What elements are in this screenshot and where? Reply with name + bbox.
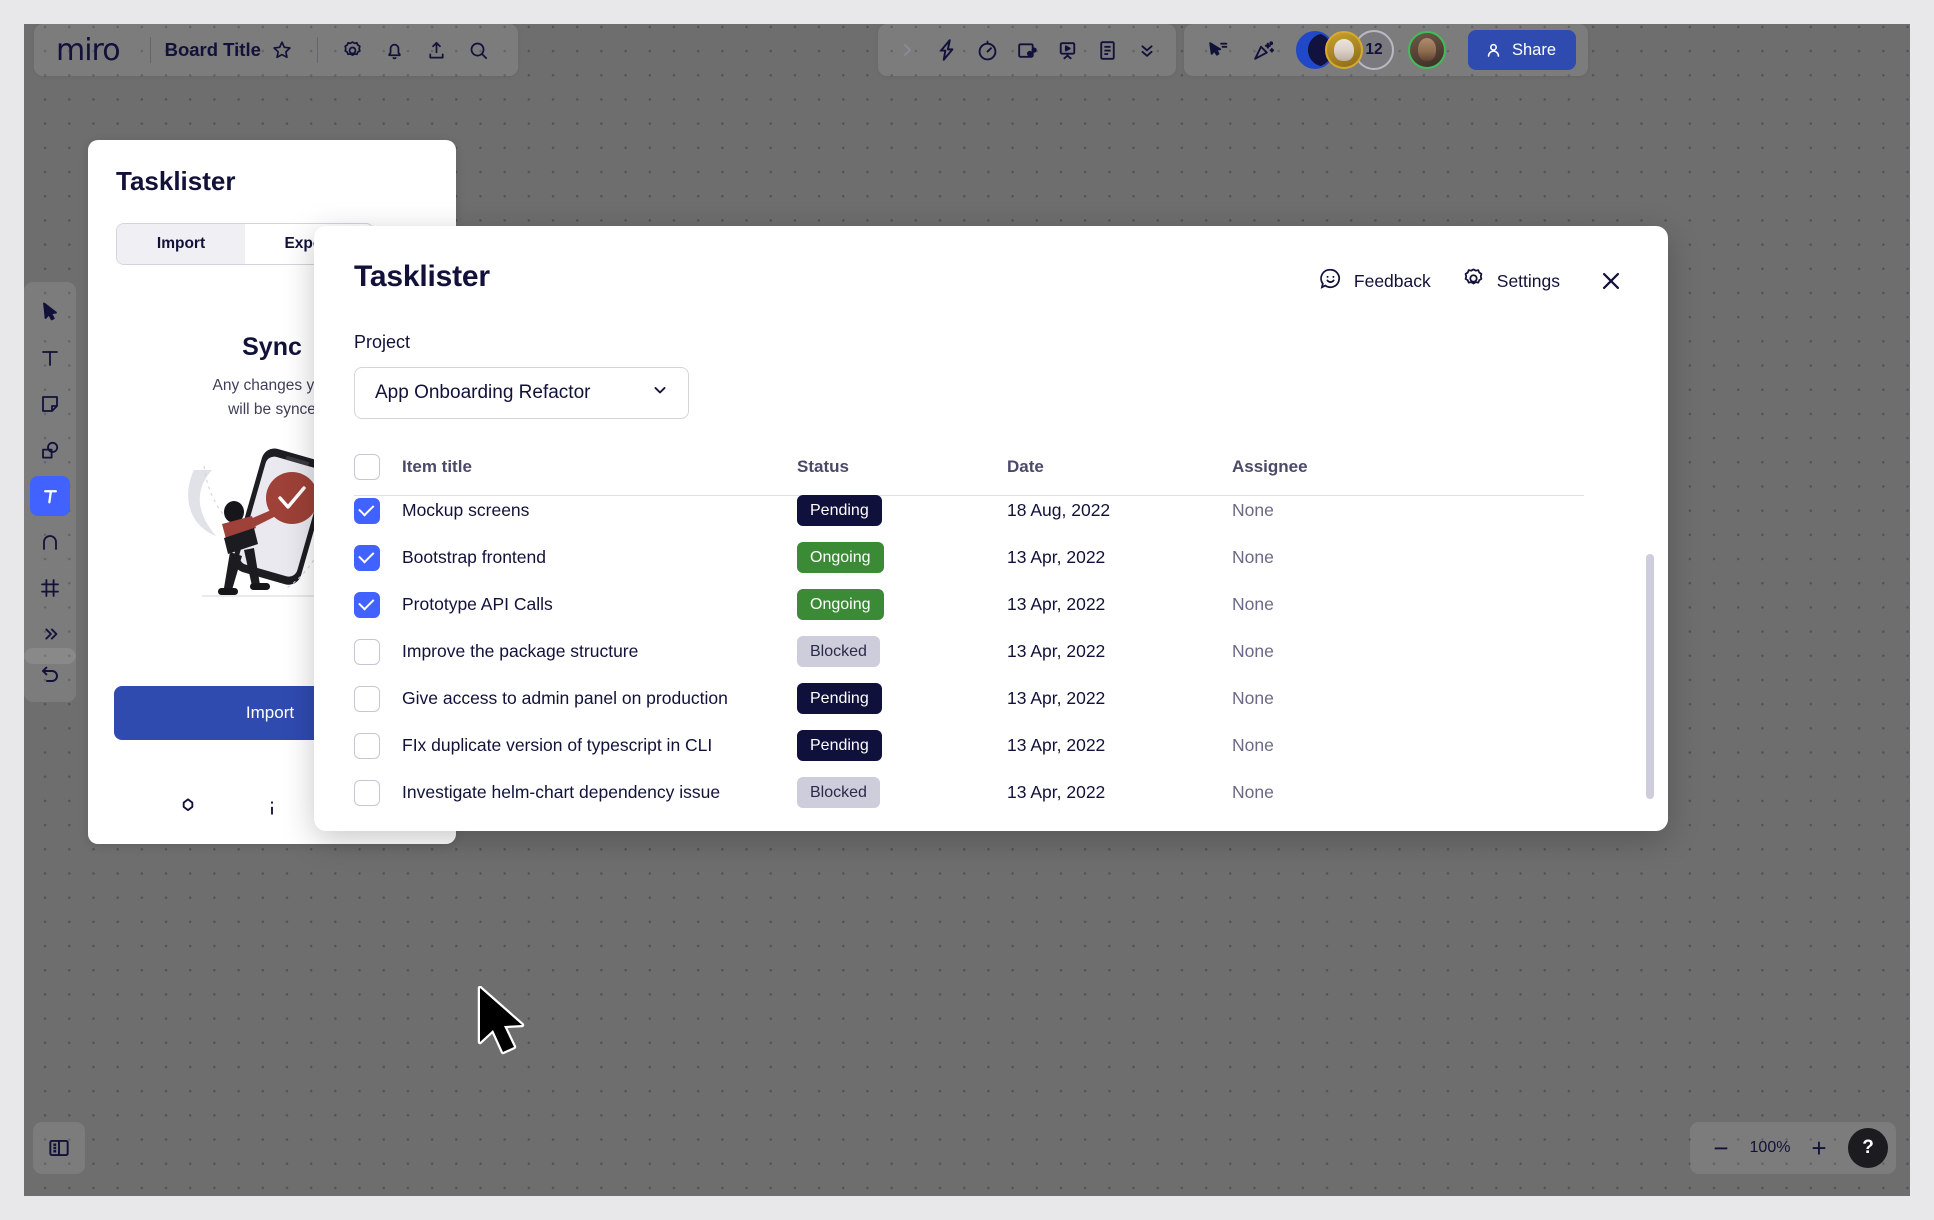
cell-status: Pending bbox=[797, 683, 1007, 714]
project-select[interactable]: App Onboarding Refactor bbox=[354, 367, 689, 419]
cell-assignee: None bbox=[1232, 782, 1274, 802]
cell-status: Pending bbox=[797, 730, 1007, 761]
feedback-button[interactable]: Feedback bbox=[1318, 266, 1431, 296]
column-header-date: Date bbox=[1007, 457, 1044, 476]
row-checkbox-cell bbox=[354, 685, 402, 712]
column-header-item-title: Item title bbox=[402, 457, 472, 476]
cell-assignee: None bbox=[1232, 688, 1274, 708]
row-checkbox[interactable] bbox=[354, 591, 380, 618]
table-row[interactable]: Mockup screens Pending 18 Aug, 2022 None bbox=[354, 487, 1584, 534]
row-checkbox[interactable] bbox=[354, 779, 380, 806]
project-selected-value: App Onboarding Refactor bbox=[375, 382, 591, 403]
row-checkbox-cell bbox=[354, 638, 402, 665]
modal-scrollbar-thumb[interactable] bbox=[1646, 554, 1654, 799]
cell-assignee: None bbox=[1232, 500, 1274, 520]
cell-assignee: None bbox=[1232, 547, 1274, 567]
cell-item-title: Bootstrap frontend bbox=[402, 547, 546, 567]
cell-date: 18 Aug, 2022 bbox=[1007, 500, 1111, 520]
cell-date: 13 Apr, 2022 bbox=[1007, 735, 1106, 755]
table-row[interactable]: Investigate helm-chart dependency issue B… bbox=[354, 769, 1584, 816]
cell-date: 13 Apr, 2022 bbox=[1007, 594, 1106, 614]
cell-item-title: Investigate helm-chart dependency issue bbox=[402, 782, 721, 802]
status-badge: Pending bbox=[797, 730, 882, 761]
column-header-status: Status bbox=[797, 457, 849, 476]
modal-header: Tasklister Feedback Settings bbox=[354, 260, 1628, 298]
chevron-down-icon bbox=[650, 380, 670, 406]
row-checkbox[interactable] bbox=[354, 497, 380, 524]
cell-item-title: FIx duplicate version of typescript in C… bbox=[402, 735, 713, 755]
table-body: Mockup screens Pending 18 Aug, 2022 None Boo… bbox=[354, 487, 1584, 816]
table-row[interactable]: Improve the package structure Blocked 13 A… bbox=[354, 628, 1584, 675]
close-icon[interactable] bbox=[1594, 264, 1628, 298]
cell-item-title: Prototype API Calls bbox=[402, 594, 553, 614]
column-header-assignee: Assignee bbox=[1232, 457, 1308, 476]
cell-assignee: None bbox=[1232, 594, 1274, 614]
items-table: Item title Status Date Assignee Mockup s… bbox=[354, 447, 1584, 816]
feedback-label: Feedback bbox=[1353, 270, 1431, 291]
row-checkbox[interactable] bbox=[354, 685, 380, 712]
table-row[interactable]: Prototype API Calls Ongoing 13 Apr, 2022 No… bbox=[354, 581, 1584, 628]
tasklister-import-modal: Tasklister Feedback Settings Project App… bbox=[314, 226, 1668, 831]
board-canvas[interactable]: Tasklister Import Export Sync Any change… bbox=[24, 24, 1910, 1196]
status-badge: Pending bbox=[797, 683, 882, 714]
row-checkbox-cell bbox=[354, 544, 402, 571]
status-badge: Ongoing bbox=[797, 589, 884, 620]
row-checkbox-cell bbox=[354, 497, 402, 524]
status-badge: Blocked bbox=[797, 636, 880, 667]
settings-button[interactable]: Settings bbox=[1461, 266, 1560, 296]
cell-item-title: Improve the package structure bbox=[402, 641, 639, 661]
row-checkbox-cell bbox=[354, 591, 402, 618]
select-all-checkbox[interactable] bbox=[354, 454, 380, 480]
row-checkbox-cell bbox=[354, 779, 402, 806]
smiley-icon bbox=[1318, 266, 1343, 296]
status-badge: Ongoing bbox=[797, 542, 884, 573]
cell-date: 13 Apr, 2022 bbox=[1007, 688, 1106, 708]
table-row[interactable]: FIx duplicate version of typescript in C… bbox=[354, 722, 1584, 769]
table-row[interactable]: Bootstrap frontend Ongoing 13 Apr, 2022 Non… bbox=[354, 534, 1584, 581]
cell-assignee: None bbox=[1232, 641, 1274, 661]
cell-date: 13 Apr, 2022 bbox=[1007, 547, 1106, 567]
cell-assignee: None bbox=[1232, 735, 1274, 755]
row-checkbox-cell bbox=[354, 732, 402, 759]
cell-item-title: Give access to admin panel on production bbox=[402, 688, 728, 708]
project-label: Project bbox=[354, 332, 411, 352]
table-row[interactable]: Give access to admin panel on production… bbox=[354, 675, 1584, 722]
status-badge: Pending bbox=[797, 495, 882, 526]
cell-status: Ongoing bbox=[797, 589, 1007, 620]
cell-date: 13 Apr, 2022 bbox=[1007, 641, 1106, 661]
cell-status: Blocked bbox=[797, 636, 1007, 667]
table-header: Item title Status Date Assignee bbox=[354, 447, 1584, 496]
row-checkbox[interactable] bbox=[354, 544, 380, 571]
row-checkbox[interactable] bbox=[354, 638, 380, 665]
gear-icon bbox=[1461, 266, 1486, 296]
cell-status: Pending bbox=[797, 495, 1007, 526]
modal-title: Tasklister bbox=[354, 260, 490, 293]
status-badge: Blocked bbox=[797, 777, 880, 808]
cell-date: 13 Apr, 2022 bbox=[1007, 782, 1106, 802]
cell-item-title: Mockup screens bbox=[402, 500, 530, 520]
cell-status: Blocked bbox=[797, 777, 1007, 808]
cell-status: Ongoing bbox=[797, 542, 1007, 573]
row-checkbox[interactable] bbox=[354, 732, 380, 759]
settings-label: Settings bbox=[1496, 270, 1560, 291]
modal-header-actions: Feedback Settings bbox=[1318, 260, 1628, 298]
select-all-cell bbox=[354, 454, 402, 480]
